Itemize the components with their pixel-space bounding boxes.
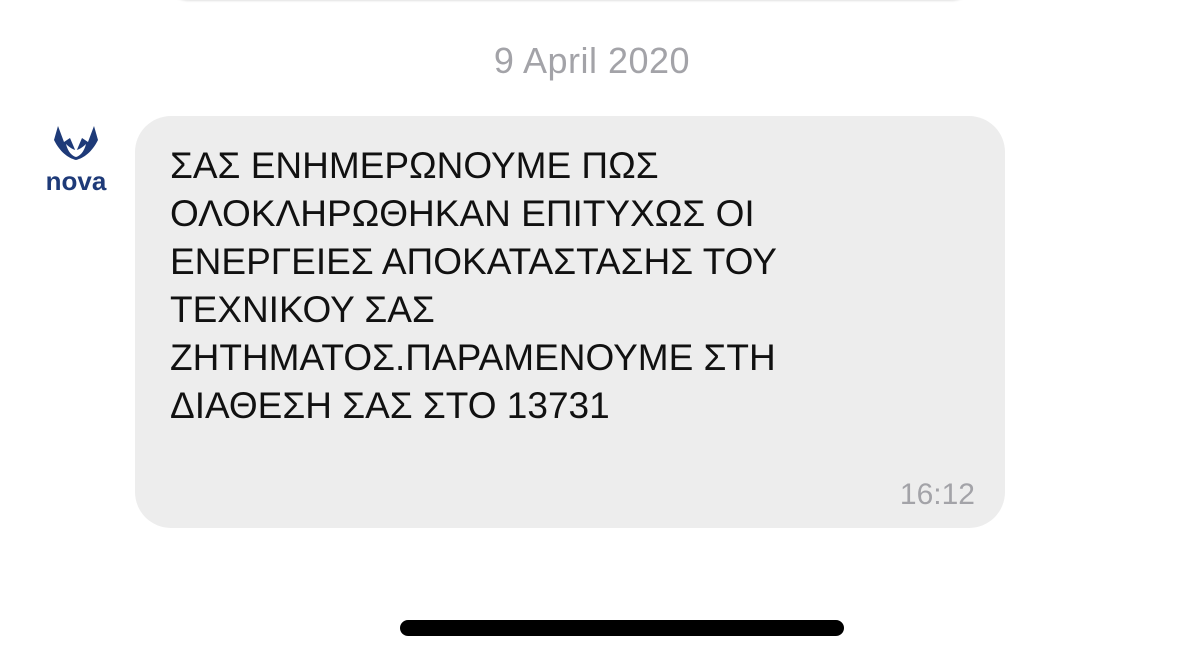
home-indicator[interactable] (400, 620, 844, 636)
nova-logo-icon: nova (46, 126, 107, 196)
message-bubble[interactable]: ΣΑΣ ΕΝΗΜΕΡΩΝΟΥΜΕ ΠΩΣ ΟΛΟΚΛΗΡΩΘΗΚΑΝ ΕΠΙΤΥ… (135, 116, 1005, 528)
message-timestamp: 16:12 (899, 478, 975, 511)
date-header: 9 April 2020 (493, 40, 691, 81)
sender-avatar[interactable]: nova (36, 118, 116, 198)
nova-logo-text: nova (46, 166, 107, 196)
message-text: ΣΑΣ ΕΝΗΜΕΡΩΝΟΥΜΕ ΠΩΣ ΟΛΟΚΛΗΡΩΘΗΚΑΝ ΕΠΙΤΥ… (170, 145, 777, 426)
